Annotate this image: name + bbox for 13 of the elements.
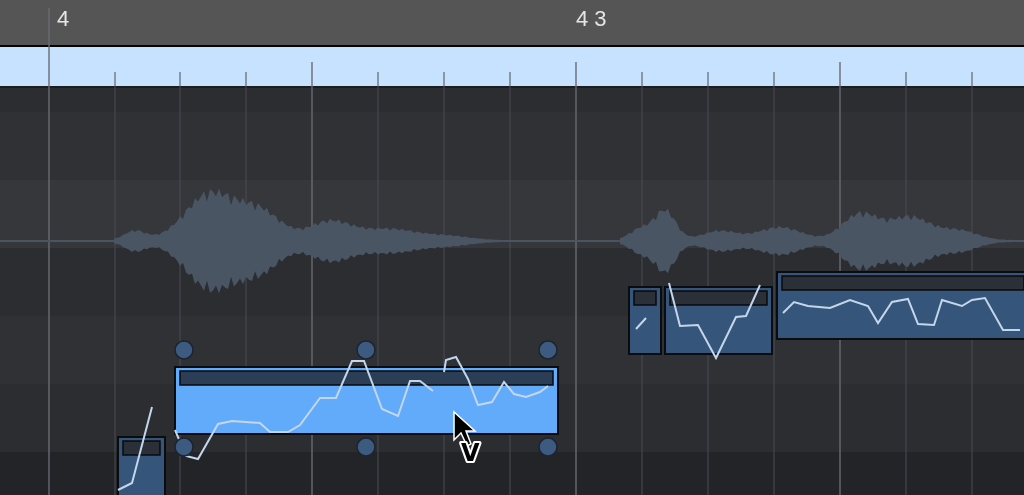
handle[interactable] (538, 340, 558, 360)
pitch-segment[interactable] (174, 355, 559, 461)
handle[interactable] (356, 437, 376, 457)
bar-number: 4 3 (576, 6, 607, 31)
handle[interactable] (538, 437, 558, 457)
pitch-segment[interactable] (664, 282, 773, 361)
handle[interactable] (174, 437, 194, 457)
handle[interactable] (174, 340, 194, 360)
cursor-label: V (461, 439, 480, 467)
handle[interactable] (356, 340, 376, 360)
pitch-segment[interactable] (776, 271, 1024, 340)
bar-number: 4 (57, 6, 70, 31)
pitch-segment[interactable] (117, 406, 166, 495)
